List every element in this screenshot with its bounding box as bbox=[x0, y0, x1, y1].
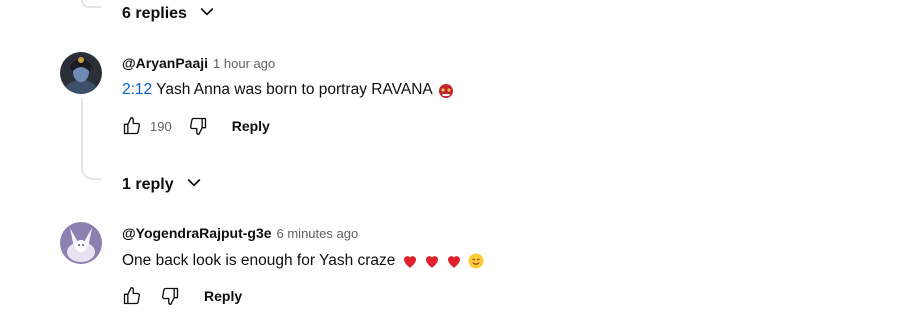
comment-header: @AryanPaaji 1 hour ago bbox=[122, 55, 275, 71]
comment-actions: Reply bbox=[122, 286, 242, 306]
replies-toggle[interactable]: 6 replies bbox=[122, 1, 217, 26]
comment-actions: 190 Reply bbox=[122, 116, 270, 136]
ogre-mask-emoji bbox=[437, 81, 455, 99]
comment-text: 2:12 Yash Anna was born to portray RAVAN… bbox=[122, 81, 455, 99]
chevron-down-icon bbox=[184, 172, 204, 197]
comment-author[interactable]: @YogendraRajput-g3e bbox=[122, 225, 272, 241]
reply-button[interactable]: Reply bbox=[204, 288, 242, 304]
avatar[interactable] bbox=[60, 52, 102, 94]
thumbs-down-icon[interactable] bbox=[160, 286, 180, 306]
replies-toggle-label: 6 replies bbox=[122, 4, 187, 22]
red-heart-emoji bbox=[401, 252, 419, 270]
comment-author[interactable]: @AryanPaaji bbox=[122, 55, 208, 71]
thumbs-up-icon[interactable] bbox=[122, 116, 142, 136]
comment-text: One back look is enough for Yash craze bbox=[122, 252, 485, 270]
like-count: 190 bbox=[150, 118, 172, 134]
reply-button[interactable]: Reply bbox=[232, 118, 270, 134]
comment-time[interactable]: 1 hour ago bbox=[213, 56, 275, 71]
comment-body: One back look is enough for Yash craze bbox=[122, 252, 396, 269]
timestamp-link[interactable]: 2:12 bbox=[122, 81, 152, 99]
thread-connector bbox=[81, 98, 101, 180]
chevron-down-icon bbox=[197, 1, 217, 26]
smiling-face-emoji bbox=[467, 252, 485, 270]
comment-time[interactable]: 6 minutes ago bbox=[277, 226, 359, 241]
replies-toggle-label: 1 reply bbox=[122, 175, 174, 193]
replies-toggle[interactable]: 1 reply bbox=[122, 172, 204, 197]
avatar[interactable] bbox=[60, 222, 102, 264]
red-heart-emoji bbox=[423, 252, 441, 270]
red-heart-emoji bbox=[445, 252, 463, 270]
comment-body: Yash Anna was born to portray RAVANA bbox=[156, 81, 433, 98]
thumbs-down-icon[interactable] bbox=[188, 116, 208, 136]
thumbs-up-icon[interactable] bbox=[122, 286, 142, 306]
thread-connector bbox=[81, 0, 101, 8]
comment-header: @YogendraRajput-g3e 6 minutes ago bbox=[122, 225, 358, 241]
